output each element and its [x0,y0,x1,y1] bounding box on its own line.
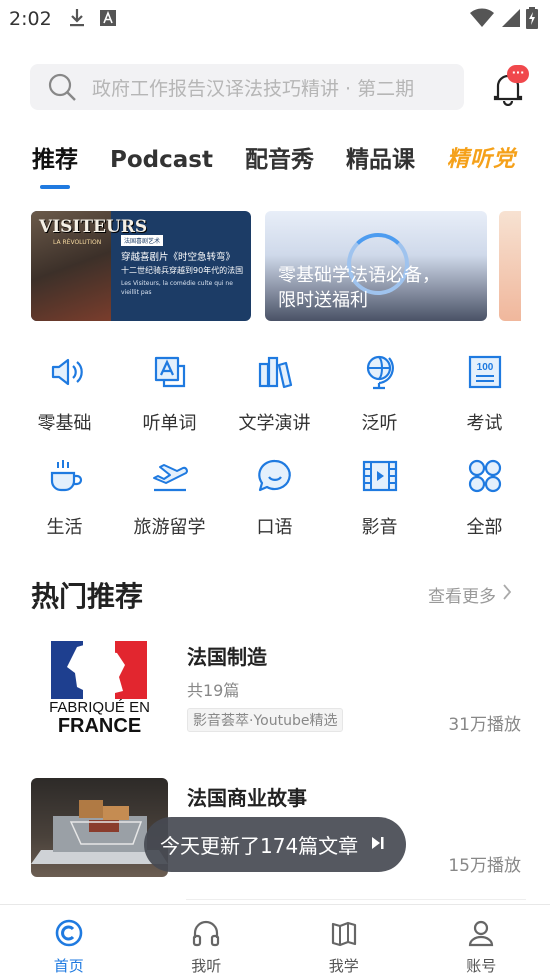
category-label: 听单词 [142,413,197,434]
notification-badge: ··· [507,65,529,83]
made-in-france-thumbnail: FABRIQUÉ EN FRANCE [31,637,168,736]
thumbnail-line-1: FABRIQUÉ EN [49,699,150,716]
tab-jingting-label: 精听党 [446,147,516,172]
globe-icon [360,352,400,396]
france-flag-map-graphic [51,641,147,699]
category-label: 考试 [466,413,503,434]
category-label: 泛听 [361,413,398,434]
list-divider [186,899,526,900]
category-all[interactable]: 全部 [432,456,537,540]
nav-label: 我听 [191,957,222,975]
category-literature[interactable]: 文学演讲 [222,352,327,436]
category-label: 文学演讲 [238,413,311,434]
category-speaking[interactable]: 口语 [222,456,327,540]
tab-recommend[interactable]: 推荐 [32,140,78,189]
banner-photo-subtitle: LA RÉVOLUTION [53,239,102,246]
category-label: 零基础 [37,413,92,434]
category-words[interactable]: 听单词 [117,352,222,436]
translate-icon [150,352,190,396]
play-next-icon[interactable] [370,835,386,855]
list-item[interactable]: FABRIQUÉ EN FRANCE 法国制造 共19篇 影音荟萃·Youtub… [31,637,521,737]
headphones-icon [191,918,221,952]
category-exam[interactable]: 100 考试 [432,352,537,436]
item-plays: 15万播放 [448,856,521,876]
category-label: 旅游留学 [133,517,206,538]
banner-promo-line-2: 限时送福利 [278,290,368,311]
category-life[interactable]: 生活 [12,456,117,540]
item-plays: 31万播放 [448,715,521,735]
chevron-right-icon [502,583,512,606]
chat-bubble-icon [255,456,295,500]
nav-home[interactable]: 首页 [0,905,138,979]
banner-visiteurs[interactable]: VISITEURS LA RÉVOLUTION 法国喜剧艺术 穿越喜剧片《时空急… [31,211,251,321]
bottom-nav: 首页 我听 我学 账号 [0,904,550,979]
tab-dubbing[interactable]: 配音秀 [245,140,314,180]
category-media[interactable]: 影音 [327,456,432,540]
nav-listen[interactable]: 我听 [138,905,276,979]
item-count: 共19篇 [187,681,240,700]
nav-learn[interactable]: 我学 [275,905,413,979]
category-label: 生活 [46,517,83,538]
book-icon [329,918,359,952]
books-icon [255,352,295,396]
banner-line-1: 穿越喜剧片《时空急转弯》 [121,252,236,263]
category-grid: 零基础 听单词 文学演讲 泛听 100 考试 生活 旅游留学 口语 影音 全部 [12,352,538,540]
home-icon [54,918,84,952]
category-travel[interactable]: 旅游留学 [117,456,222,540]
a-badge-icon [100,10,116,30]
download-icon [68,8,86,32]
exam-100-icon: 100 [465,352,505,396]
item-title: 法国商业故事 [187,786,307,810]
search-placeholder: 政府工作报告汉译法技巧精讲 · 第二期 [92,77,415,100]
battery-icon [526,7,538,33]
category-label: 全部 [466,517,503,538]
tab-premium-course[interactable]: 精品课 [346,140,415,180]
banner-promo-line-1: 零基础学法语必备， [278,265,440,286]
banner-next-peek[interactable] [499,211,521,321]
user-icon [466,918,496,952]
banner-beginner-promo[interactable]: 零基础学法语必备， 限时送福利 [265,211,487,321]
business-story-thumbnail [31,778,168,877]
laptop-cart-graphic [31,800,168,864]
banner-promo-text: 零基础学法语必备， 限时送福利 [278,263,440,313]
banner-photo-title: VISITEURS [39,217,148,237]
item-title: 法国制造 [187,645,267,669]
tab-jingting[interactable]: 精听党 [447,140,516,180]
coffee-cup-icon [45,456,85,500]
airplane-icon [150,456,190,500]
nav-label: 首页 [53,957,84,975]
see-more-link[interactable]: 查看更多 [428,582,512,607]
category-beginner[interactable]: 零基础 [12,352,117,436]
update-toast[interactable]: 今天更新了174篇文章 [144,817,406,872]
toast-text: 今天更新了174篇文章 [160,834,359,858]
category-label: 影音 [361,517,398,538]
tab-podcast[interactable]: Podcast [110,140,213,180]
svg-text:100: 100 [476,362,493,373]
item-tag: 影音荟萃·Youtube精选 [187,708,344,732]
film-icon [360,456,400,500]
banner-line-2: 十二世纪骑兵穿越到90年代的法国 [121,266,244,275]
grid-all-icon [465,456,505,500]
nav-label: 我学 [328,957,359,975]
nav-account[interactable]: 账号 [413,905,550,979]
thumbnail-line-2: FRANCE [57,715,142,736]
status-time: 2:02 [9,8,52,30]
see-more-label: 查看更多 [428,587,496,607]
signal-icon [500,8,520,32]
banner-tag: 法国喜剧艺术 [121,235,164,246]
status-bar: 2:02 [0,0,550,38]
category-extensive-listening[interactable]: 泛听 [327,352,432,436]
banner-line-3: Les Visiteurs, la comédie culte qui ne v… [121,280,233,296]
category-label: 口语 [256,517,293,538]
hot-section-title: 热门推荐 [31,580,144,613]
speaker-icon [45,352,85,396]
wifi-icon [470,8,494,32]
nav-label: 账号 [466,957,497,975]
category-tabs: 推荐 Podcast 配音秀 精品课 精听党 [32,140,516,190]
search-input[interactable]: 政府工作报告汉译法技巧精讲 · 第二期 [30,64,464,110]
search-icon [46,71,78,103]
